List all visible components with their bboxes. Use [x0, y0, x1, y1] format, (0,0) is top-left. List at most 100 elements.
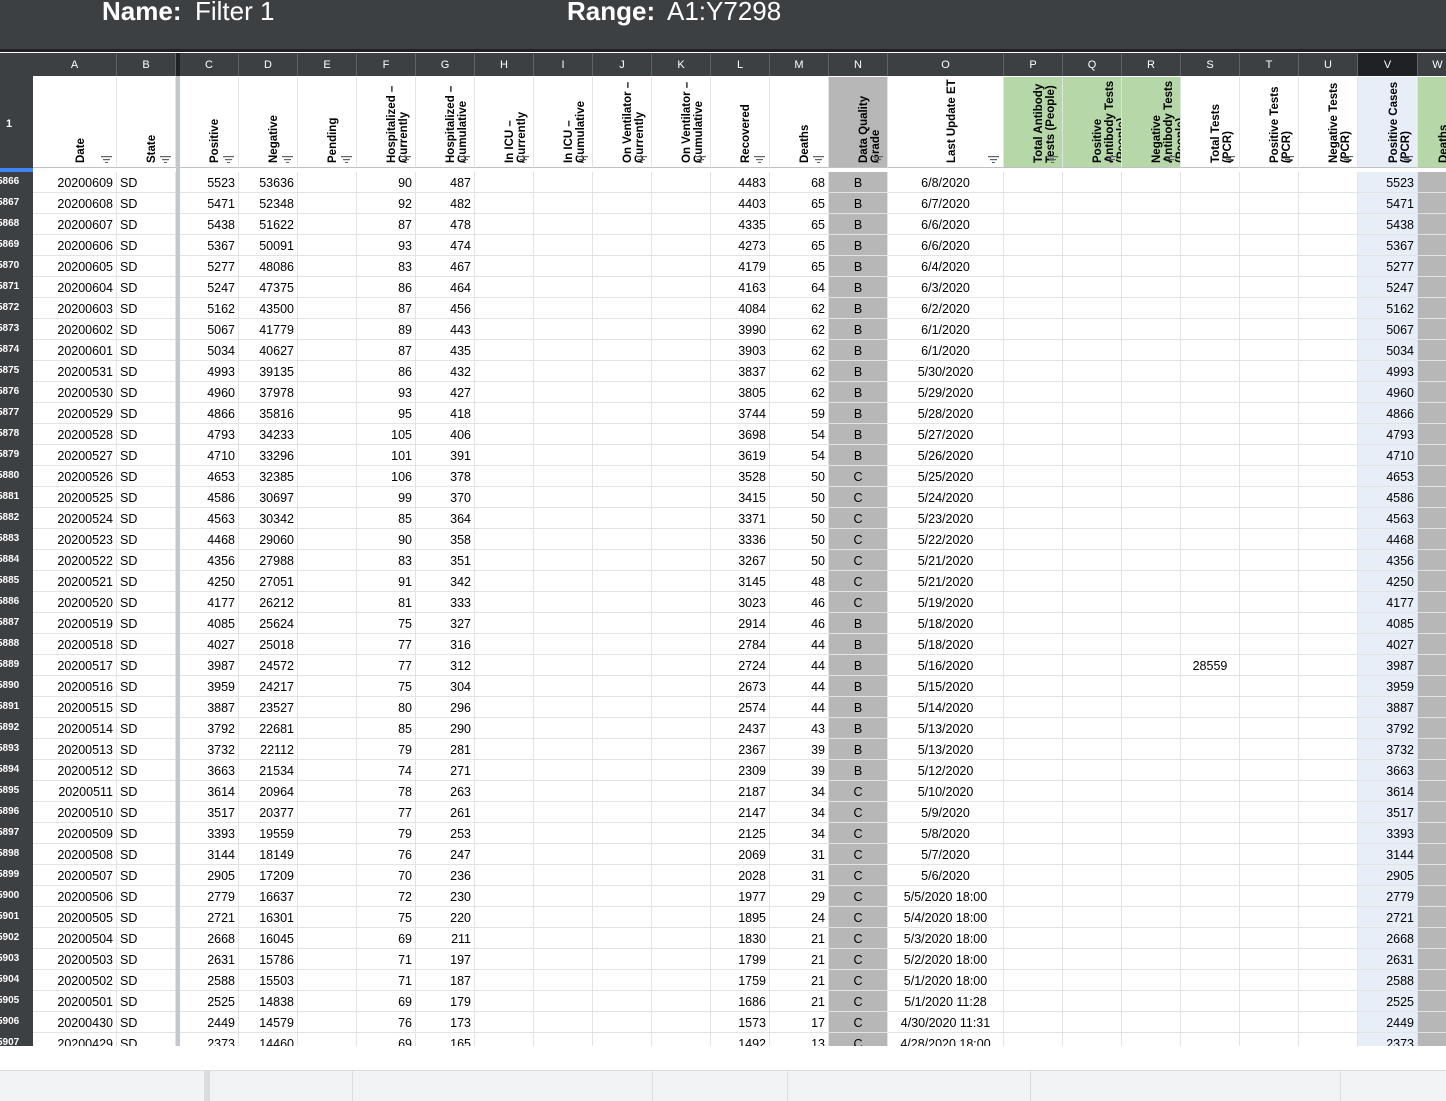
table-cell[interactable]: [1063, 1012, 1122, 1032]
table-cell[interactable]: 20200511: [33, 781, 117, 801]
table-cell[interactable]: 30342: [239, 508, 298, 528]
table-cell[interactable]: 5277: [1358, 256, 1418, 276]
table-cell[interactable]: SD: [117, 361, 176, 381]
table-cell[interactable]: 4586: [1358, 487, 1418, 507]
table-cell[interactable]: 20200606: [33, 235, 117, 255]
table-cell[interactable]: [475, 1012, 534, 1032]
table-cell[interactable]: 3732: [1358, 739, 1418, 759]
table-cell[interactable]: [298, 172, 357, 192]
table-cell[interactable]: 230: [416, 886, 475, 906]
table-cell[interactable]: [593, 193, 652, 213]
table-cell[interactable]: 3614: [180, 781, 239, 801]
table-cell[interactable]: 65: [770, 193, 829, 213]
table-cell[interactable]: [1004, 970, 1063, 990]
table-cell[interactable]: [1004, 655, 1063, 675]
table-cell[interactable]: [1418, 823, 1446, 843]
table-cell[interactable]: [534, 928, 593, 948]
table-cell[interactable]: B: [829, 613, 888, 633]
table-cell[interactable]: [1418, 466, 1446, 486]
table-cell[interactable]: [593, 613, 652, 633]
table-cell[interactable]: [1004, 529, 1063, 549]
table-cell[interactable]: [1240, 445, 1299, 465]
table-cell[interactable]: 27988: [239, 550, 298, 570]
table-cell[interactable]: [1240, 256, 1299, 276]
table-cell[interactable]: [1299, 991, 1358, 1011]
table-cell[interactable]: SD: [117, 970, 176, 990]
table-cell[interactable]: [298, 865, 357, 885]
table-cell[interactable]: [1063, 739, 1122, 759]
table-cell[interactable]: [1299, 277, 1358, 297]
table-cell[interactable]: 2525: [1358, 991, 1418, 1011]
table-cell[interactable]: 80: [357, 697, 416, 717]
table-cell[interactable]: 5/5/2020 18:00: [888, 886, 1004, 906]
table-cell[interactable]: [1122, 487, 1181, 507]
table-cell[interactable]: [1063, 487, 1122, 507]
table-cell[interactable]: 15503: [239, 970, 298, 990]
table-cell[interactable]: [1418, 214, 1446, 234]
table-cell[interactable]: [652, 340, 711, 360]
table-cell[interactable]: [1181, 571, 1240, 591]
table-cell[interactable]: [1122, 907, 1181, 927]
table-cell[interactable]: [298, 592, 357, 612]
table-cell[interactable]: SD: [117, 907, 176, 927]
table-cell[interactable]: 4960: [180, 382, 239, 402]
table-cell[interactable]: SD: [117, 697, 176, 717]
table-cell[interactable]: [593, 466, 652, 486]
table-cell[interactable]: 5/23/2020: [888, 508, 1004, 528]
table-cell[interactable]: SD: [117, 844, 176, 864]
table-cell[interactable]: 474: [416, 235, 475, 255]
table-cell[interactable]: [1181, 382, 1240, 402]
table-cell[interactable]: [1122, 340, 1181, 360]
table-cell[interactable]: [1122, 256, 1181, 276]
header-cell-u[interactable]: Negative Tests (PCR): [1299, 77, 1358, 168]
row-number[interactable]: 5870: [0, 260, 33, 271]
table-cell[interactable]: 2631: [1358, 949, 1418, 969]
filter-range-value[interactable]: A1:Y7298: [667, 0, 781, 27]
table-cell[interactable]: 6/3/2020: [888, 277, 1004, 297]
table-cell[interactable]: 30697: [239, 487, 298, 507]
table-cell[interactable]: [1004, 340, 1063, 360]
table-cell[interactable]: 50: [770, 550, 829, 570]
table-cell[interactable]: 4335: [711, 214, 770, 234]
table-cell[interactable]: 6/2/2020: [888, 298, 1004, 318]
table-cell[interactable]: B: [829, 382, 888, 402]
table-cell[interactable]: [1418, 949, 1446, 969]
table-cell[interactable]: [1004, 466, 1063, 486]
table-cell[interactable]: [534, 277, 593, 297]
table-cell[interactable]: [593, 361, 652, 381]
table-cell[interactable]: 28559: [1181, 655, 1240, 675]
table-cell[interactable]: 378: [416, 466, 475, 486]
table-cell[interactable]: 20200506: [33, 886, 117, 906]
table-cell[interactable]: 5/28/2020: [888, 403, 1004, 423]
table-cell[interactable]: 20200525: [33, 487, 117, 507]
row-number[interactable]: 5886: [0, 596, 33, 607]
table-cell[interactable]: 79: [357, 823, 416, 843]
table-cell[interactable]: 4653: [1358, 466, 1418, 486]
table-cell[interactable]: 43500: [239, 298, 298, 318]
table-cell[interactable]: [1004, 424, 1063, 444]
row-number[interactable]: 5881: [0, 491, 33, 502]
table-cell[interactable]: 4468: [1358, 529, 1418, 549]
table-cell[interactable]: [652, 214, 711, 234]
filter-icon[interactable]: [341, 155, 352, 163]
table-cell[interactable]: 1759: [711, 970, 770, 990]
column-letter-a[interactable]: A: [33, 53, 117, 76]
table-cell[interactable]: [1240, 865, 1299, 885]
table-cell[interactable]: 236: [416, 865, 475, 885]
table-cell[interactable]: 59: [770, 403, 829, 423]
table-cell[interactable]: SD: [117, 991, 176, 1011]
table-cell[interactable]: 5/22/2020: [888, 529, 1004, 549]
table-cell[interactable]: 261: [416, 802, 475, 822]
table-cell[interactable]: [1122, 739, 1181, 759]
table-cell[interactable]: 39: [770, 760, 829, 780]
column-letter-n[interactable]: N: [829, 53, 888, 76]
table-cell[interactable]: [298, 571, 357, 591]
table-cell[interactable]: 5/12/2020: [888, 760, 1004, 780]
table-cell[interactable]: 4403: [711, 193, 770, 213]
table-cell[interactable]: [652, 172, 711, 192]
table-cell[interactable]: [1063, 277, 1122, 297]
table-cell[interactable]: [1063, 634, 1122, 654]
table-cell[interactable]: [534, 886, 593, 906]
table-cell[interactable]: [1418, 655, 1446, 675]
table-cell[interactable]: 20200605: [33, 256, 117, 276]
